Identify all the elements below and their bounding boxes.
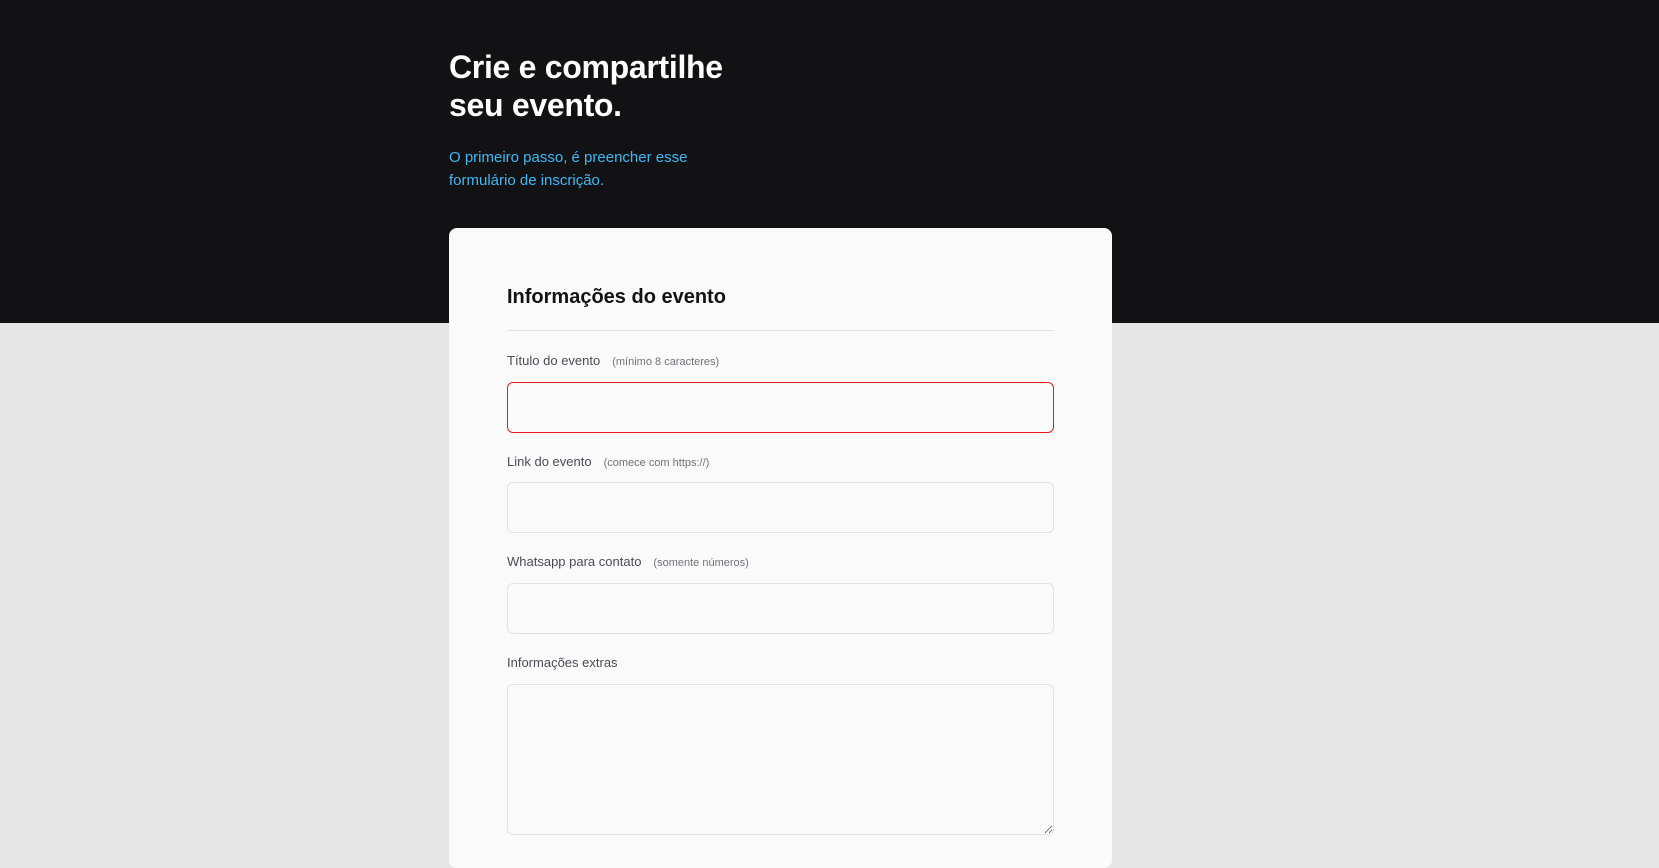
page: Crie e compartilhe seu evento. O primeir… xyxy=(0,0,1659,868)
whatsapp-label: Whatsapp para contato (somente números) xyxy=(507,554,749,569)
event-title-input[interactable] xyxy=(507,382,1054,433)
extra-info-label: Informações extras xyxy=(507,655,618,670)
extra-info-textarea[interactable] xyxy=(507,684,1054,835)
page-title-line-2: seu evento. xyxy=(449,87,622,123)
event-link-input[interactable] xyxy=(507,482,1054,533)
section-divider xyxy=(507,330,1054,331)
event-title-label-text: Título do evento xyxy=(507,353,601,368)
page-subtitle: O primeiro passo, é preencher esse formu… xyxy=(449,146,739,192)
event-title-label: Título do evento (mínimo 8 caracteres) xyxy=(507,353,719,368)
whatsapp-hint: (somente números) xyxy=(653,557,749,569)
page-title-line-1: Crie e compartilhe xyxy=(449,49,723,85)
section-title: Informações do evento xyxy=(507,286,726,308)
event-link-label-text: Link do evento xyxy=(507,454,592,469)
page-subtitle-line-2: formulário de inscrição. xyxy=(449,172,605,189)
whatsapp-label-text: Whatsapp para contato xyxy=(507,554,642,569)
extra-info-label-text: Informações extras xyxy=(507,655,618,670)
event-title-hint: (mínimo 8 caracteres) xyxy=(612,356,720,368)
event-link-label: Link do evento (comece com https://) xyxy=(507,454,709,469)
event-link-hint: (comece com https://) xyxy=(603,457,710,469)
event-form-card: Informações do evento Título do evento (m… xyxy=(449,228,1112,868)
whatsapp-input[interactable] xyxy=(507,583,1054,634)
page-title: Crie e compartilhe seu evento. xyxy=(449,48,769,124)
page-subtitle-line-1: O primeiro passo, é preencher esse xyxy=(449,149,688,166)
